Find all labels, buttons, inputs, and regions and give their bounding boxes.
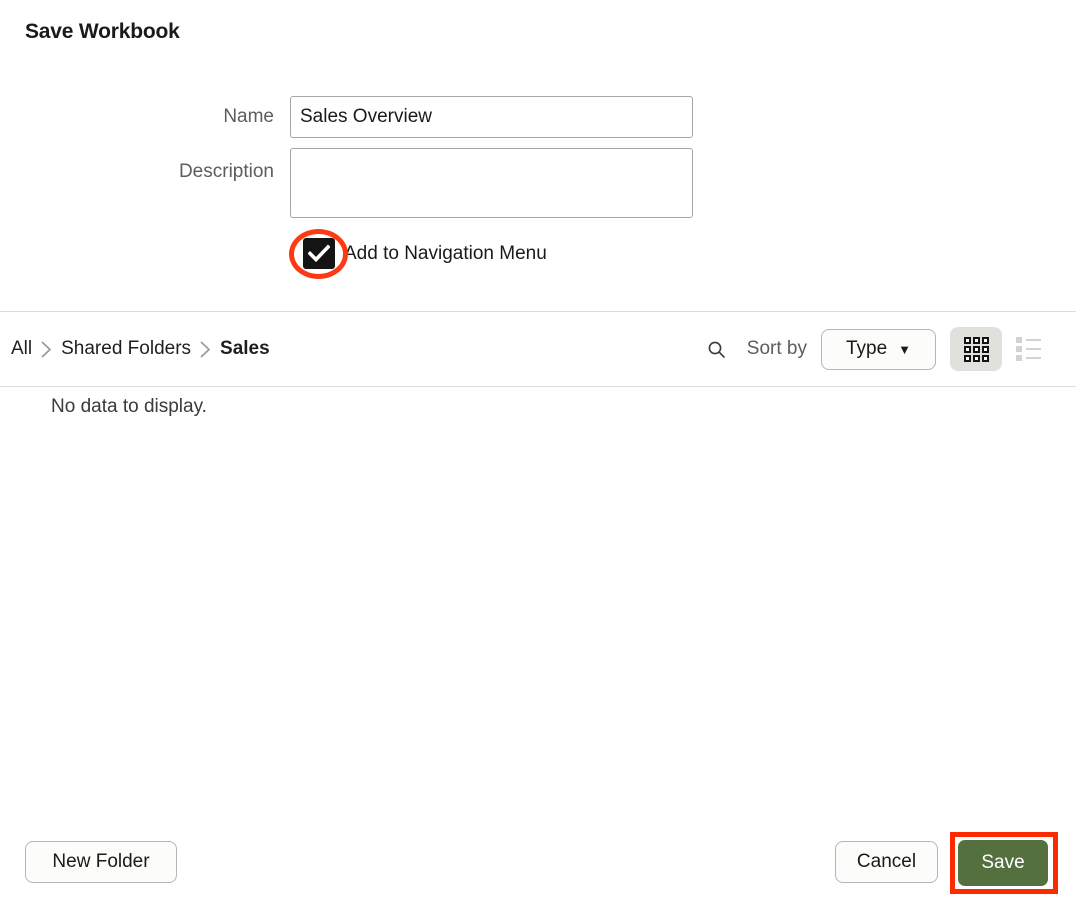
breadcrumb-item-all[interactable]: All bbox=[11, 338, 32, 360]
breadcrumb: All Shared Folders Sales bbox=[11, 338, 270, 360]
search-icon[interactable] bbox=[704, 336, 730, 362]
breadcrumb-item-shared-folders[interactable]: Shared Folders bbox=[61, 338, 191, 360]
list-view-icon bbox=[1015, 337, 1041, 361]
cancel-button[interactable]: Cancel bbox=[835, 841, 938, 883]
page-title: Save Workbook bbox=[25, 20, 180, 43]
chevron-right-icon bbox=[41, 341, 52, 358]
breadcrumb-item-sales: Sales bbox=[220, 338, 270, 359]
folder-content-area: No data to display. bbox=[0, 387, 1076, 827]
chevron-right-icon bbox=[200, 341, 211, 358]
save-button[interactable]: Save bbox=[958, 840, 1048, 886]
add-to-navigation-menu-checkbox[interactable] bbox=[303, 238, 335, 269]
description-input[interactable] bbox=[290, 148, 693, 218]
save-workbook-form: Name Description bbox=[0, 96, 1076, 228]
chevron-down-icon: ▼ bbox=[898, 341, 912, 357]
toolbar-controls: Sort by Type ▼ bbox=[704, 327, 1076, 371]
folder-browser-toolbar: All Shared Folders Sales Sort by Type ▼ bbox=[0, 312, 1076, 386]
form-row-name: Name bbox=[0, 96, 1076, 138]
list-view-button[interactable] bbox=[1002, 327, 1054, 371]
grid-view-button[interactable] bbox=[950, 327, 1002, 371]
name-input[interactable] bbox=[290, 96, 693, 138]
sort-by-label: Sort by bbox=[746, 338, 807, 359]
sort-by-value: Type bbox=[845, 338, 888, 359]
new-folder-button[interactable]: New Folder bbox=[25, 841, 177, 883]
form-row-description: Description bbox=[0, 148, 1076, 218]
add-to-navigation-menu-row: Add to Navigation Menu bbox=[303, 238, 547, 269]
name-label: Name bbox=[223, 106, 274, 127]
description-label: Description bbox=[178, 161, 274, 182]
sort-by-select[interactable]: Type ▼ bbox=[821, 328, 936, 370]
empty-state-message: No data to display. bbox=[51, 396, 207, 417]
grid-view-icon bbox=[963, 336, 989, 362]
add-to-navigation-menu-label: Add to Navigation Menu bbox=[344, 242, 547, 264]
